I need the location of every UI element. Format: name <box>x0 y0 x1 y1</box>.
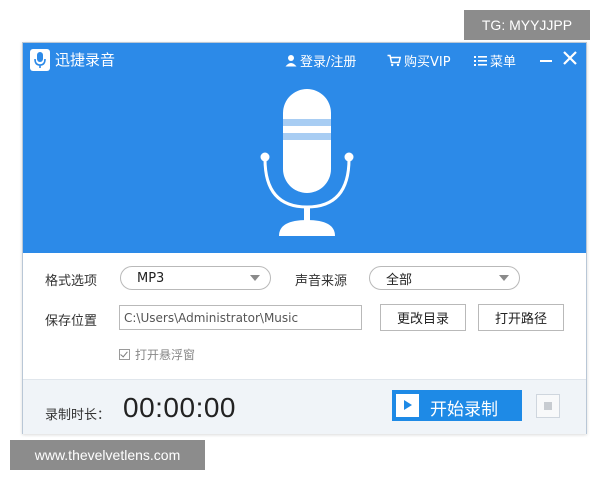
header-banner: 迅捷录音 登录/注册 购买VIP 菜单 <box>23 43 586 253</box>
floating-window-checkbox[interactable] <box>119 349 130 360</box>
start-recording-button[interactable]: 开始录制 <box>392 390 522 421</box>
menu-icon <box>474 55 487 66</box>
recording-footer: 录制时长： 00:00:00 开始录制 <box>23 379 586 434</box>
close-icon[interactable] <box>561 49 579 67</box>
source-value: 全部 <box>386 272 413 288</box>
open-path-button[interactable]: 打开路径 <box>478 304 564 331</box>
chevron-down-icon <box>250 275 260 281</box>
menu-button[interactable]: 菜单 <box>474 51 516 70</box>
source-label: 声音来源 <box>295 274 348 289</box>
app-title: 迅捷录音 <box>55 51 116 69</box>
floating-window-label: 打开悬浮窗 <box>135 348 196 362</box>
login-register-link[interactable]: 登录/注册 <box>285 51 356 70</box>
play-icon <box>396 394 419 417</box>
source-select[interactable]: 全部 <box>369 266 520 290</box>
duration-timer: 00:00:00 <box>123 392 236 423</box>
user-icon <box>285 55 297 67</box>
start-recording-label: 开始录制 <box>430 400 498 420</box>
duration-label: 录制时长： <box>45 408 111 423</box>
change-directory-button[interactable]: 更改目录 <box>380 304 466 331</box>
stop-button[interactable] <box>536 394 560 418</box>
titlebar: 迅捷录音 登录/注册 购买VIP 菜单 <box>23 43 586 77</box>
chevron-down-icon <box>499 275 509 281</box>
buy-vip-link[interactable]: 购买VIP <box>387 51 451 70</box>
save-path-value: C:\Users\Administrator\Music <box>124 310 299 325</box>
app-window: 迅捷录音 登录/注册 购买VIP 菜单 格式选项 MP3 声音来源 全部 保存位… <box>22 42 587 434</box>
minimize-icon[interactable] <box>537 49 555 67</box>
buy-vip-label: 购买VIP <box>404 55 451 70</box>
format-label: 格式选项 <box>45 274 98 289</box>
login-register-label: 登录/注册 <box>300 55 357 70</box>
watermark-bottom: www.thevelvetlens.com <box>10 440 205 470</box>
save-location-label: 保存位置 <box>45 314 98 329</box>
format-select[interactable]: MP3 <box>120 266 271 290</box>
save-path-field[interactable]: C:\Users\Administrator\Music <box>119 305 362 330</box>
format-value: MP3 <box>137 270 165 286</box>
microphone-icon <box>260 89 354 236</box>
cart-icon <box>387 54 401 67</box>
menu-label: 菜单 <box>490 55 517 70</box>
floating-window-option[interactable]: 打开悬浮窗 <box>119 346 195 363</box>
watermark-top: TG: MYYJJPP <box>464 10 590 40</box>
app-logo-icon <box>30 49 50 71</box>
settings-panel: 格式选项 MP3 声音来源 全部 保存位置 C:\Users\Administr… <box>23 253 586 379</box>
